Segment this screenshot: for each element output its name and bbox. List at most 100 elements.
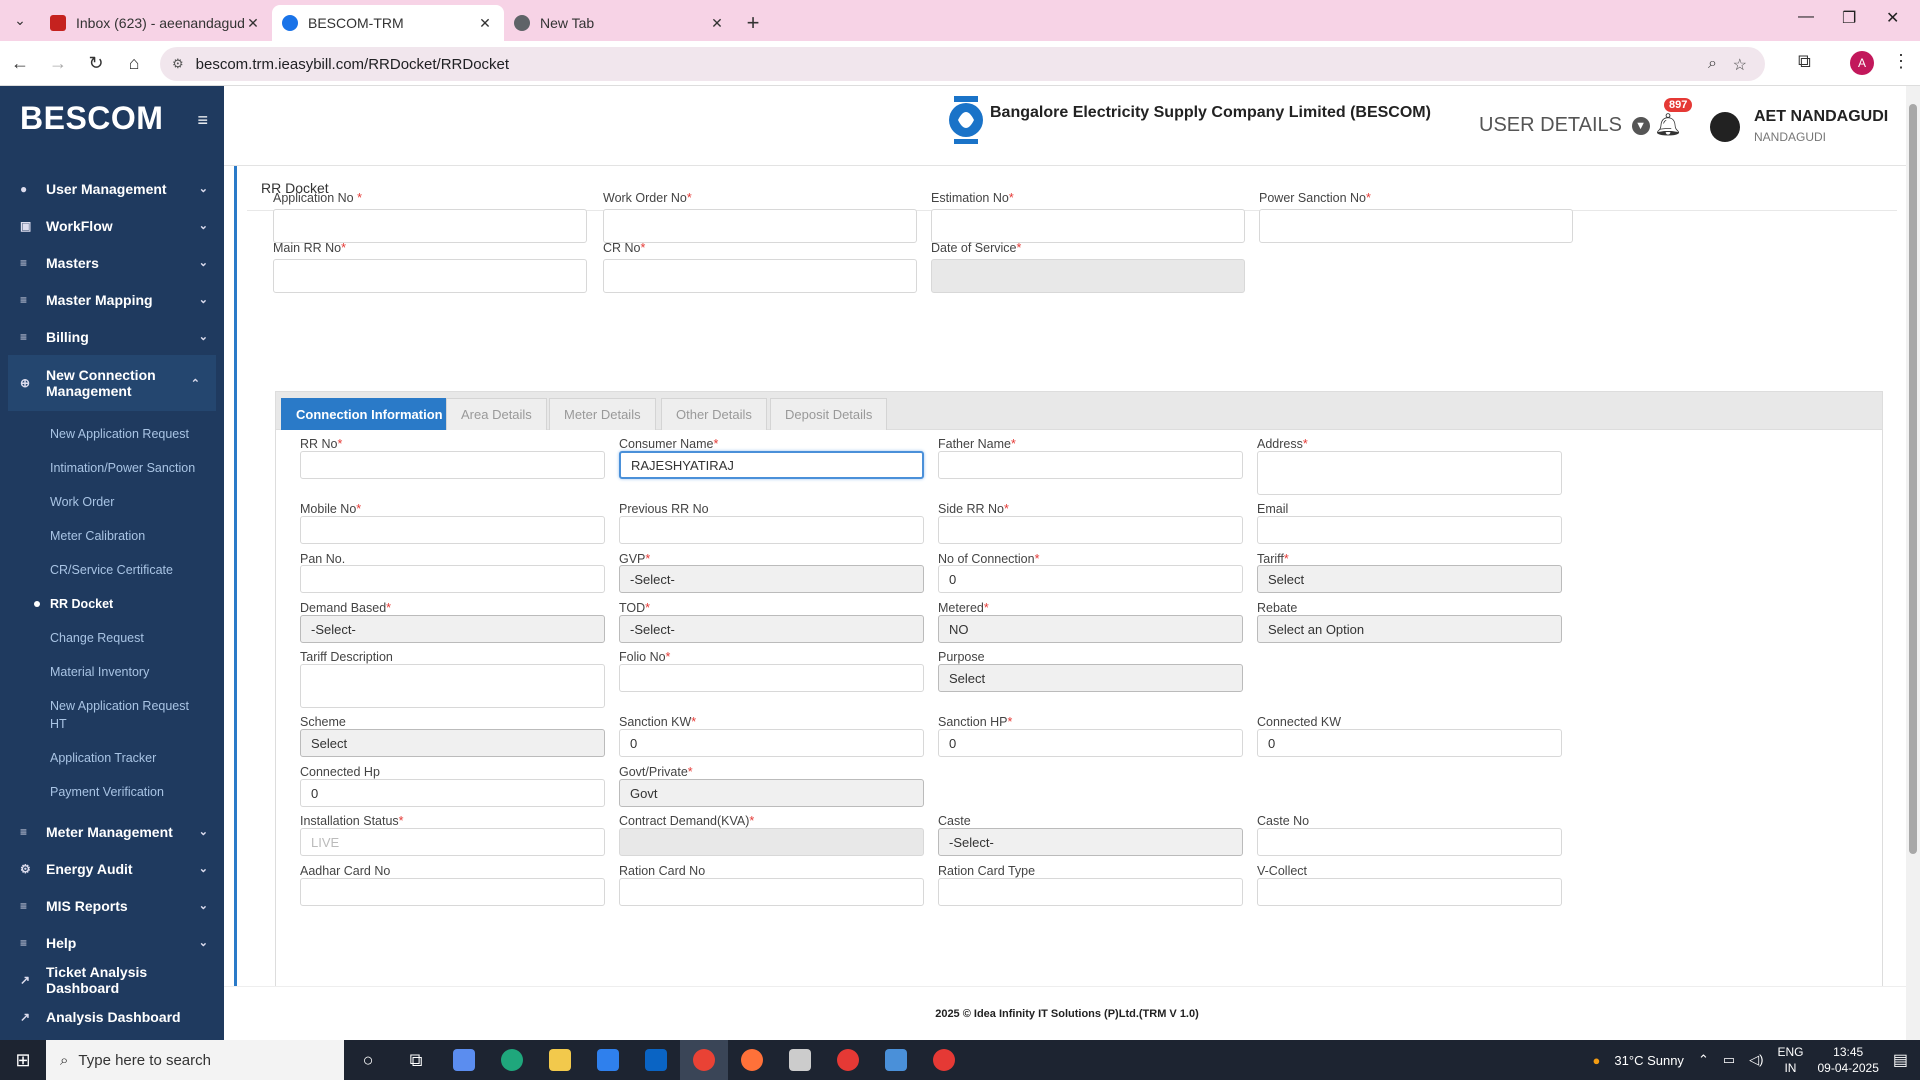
demand-based-select[interactable]: -Select- [300,615,605,643]
sidebar-item-masters[interactable]: ≡ Masters ⌄ [0,244,224,281]
tab-search-icon[interactable]: ⌄ [0,0,40,41]
back-icon[interactable]: ← [2,45,38,81]
tab-deposit-details[interactable]: Deposit Details [770,398,888,430]
metered-select[interactable]: NO [938,615,1243,643]
firefox-icon[interactable] [728,1040,776,1080]
submenu-item-work-order[interactable]: Work Order [0,485,224,519]
cr-no-input[interactable] [603,259,917,293]
submenu-item-application-tracker[interactable]: Application Tracker [0,741,224,775]
consumer-name-input[interactable]: RAJESHYATIRAJ [619,451,924,479]
windows-start-icon[interactable]: ⊞ [0,1040,46,1080]
close-icon[interactable]: ✕ [476,15,494,32]
submenu-item-new-application-request[interactable]: New Application Request [0,417,224,451]
volume-icon[interactable]: ◁) [1749,1052,1763,1068]
scheme-select[interactable]: Select [300,729,605,757]
submenu-item-material-inventory[interactable]: Material Inventory [0,655,224,689]
terminal-icon[interactable] [776,1040,824,1080]
browser-tab-bescom[interactable]: BESCOM-TRM ✕ [272,5,504,41]
cortana-icon[interactable]: ○ [344,1040,392,1080]
bell-icon[interactable]: 🔔︎ [1654,112,1682,138]
mobile-no-input[interactable] [300,516,605,544]
extensions-icon[interactable]: ⧉ [1798,51,1811,72]
copilot-icon[interactable] [440,1040,488,1080]
close-icon[interactable]: ✕ [244,15,262,32]
sidebar-item-master-mapping[interactable]: ≡ Master Mapping ⌄ [0,281,224,318]
site-info-icon[interactable]: ⚙ [172,56,184,72]
reload-icon[interactable]: ↻ [78,45,114,81]
weather-text[interactable]: 31°C Sunny [1614,1053,1684,1068]
previous-rr-no-input[interactable] [619,516,924,544]
sidebar-item-new-connection-management[interactable]: ⊕ New Connection Management ⌃ [8,355,216,411]
tab-connection-information[interactable]: Connection Information [281,398,458,430]
tariff-description-input[interactable] [300,664,605,708]
sidebar-item-ticket-analysis-dashboard[interactable]: ↗ Ticket Analysis Dashboard [0,961,224,998]
aadhar-card-no-input[interactable] [300,878,605,906]
taskbar-search-input[interactable]: ⌕ Type here to search [46,1040,344,1080]
media-icon[interactable] [824,1040,872,1080]
tab-area-details[interactable]: Area Details [446,398,547,430]
father-name-input[interactable] [938,451,1243,479]
close-icon[interactable]: ✕ [708,15,726,32]
address-input[interactable] [1257,451,1562,495]
tariff-select[interactable]: Select [1257,565,1562,593]
caste-no-input[interactable] [1257,828,1562,856]
profile-avatar[interactable]: A [1850,51,1874,75]
home-icon[interactable]: ⌂ [116,45,152,81]
estimation-no-input[interactable] [931,209,1245,243]
tod-select[interactable]: -Select- [619,615,924,643]
close-window-icon[interactable]: ✕ [1886,8,1899,28]
task-view-icon[interactable]: ⧉ [392,1040,440,1080]
chrome-taskbar-icon[interactable] [680,1040,728,1080]
forward-icon[interactable]: → [40,45,76,81]
submenu-item-payment-verification[interactable]: Payment Verification [0,775,224,809]
application-no-input[interactable] [273,209,587,243]
purpose-select[interactable]: Select [938,664,1243,692]
sanction-kw-input[interactable]: 0 [619,729,924,757]
browser-tab-inbox[interactable]: Inbox (623) - aeenandagudi123 ✕ [40,5,272,41]
hamburger-icon[interactable]: ≡ [197,110,208,131]
no-of-connection-input[interactable]: 0 [938,565,1243,593]
ration-card-no-input[interactable] [619,878,924,906]
gvp-select[interactable]: -Select- [619,565,924,593]
clock[interactable]: 13:45 09-04-2025 [1817,1044,1878,1076]
url-input[interactable]: ⚙ bescom.trm.ieasybill.com/RRDocket/RRDo… [160,47,1765,81]
connected-hp-input[interactable]: 0 [300,779,605,807]
new-tab-button[interactable]: + [736,5,770,41]
sidebar-item-workflow[interactable]: ▣ WorkFlow ⌄ [0,207,224,244]
scrollbar-thumb[interactable] [1909,104,1917,854]
user-avatar[interactable] [1710,112,1740,142]
submenu-item-intimation-power-sanction[interactable]: Intimation/Power Sanction [0,451,224,485]
bookmark-star-icon[interactable]: ☆ [1733,55,1747,75]
zoom-icon[interactable]: ⌕ [1708,55,1717,73]
sidebar-item-mis-reports[interactable]: ≡ MIS Reports ⌄ [0,887,224,924]
outlook-icon[interactable] [632,1040,680,1080]
sidebar-item-meter-management[interactable]: ≡ Meter Management ⌄ [0,813,224,850]
chevron-up-icon[interactable]: ⌃ [1698,1052,1709,1068]
submenu-item-meter-calibration[interactable]: Meter Calibration [0,519,224,553]
work-order-no-input[interactable] [603,209,917,243]
wps-icon[interactable] [920,1040,968,1080]
tab-other-details[interactable]: Other Details [661,398,767,430]
main-rr-no-input[interactable] [273,259,587,293]
browser-tab-newtab[interactable]: New Tab ✕ [504,5,736,41]
govt-private-select[interactable]: Govt [619,779,924,807]
minimize-icon[interactable]: — [1798,8,1814,26]
file-explorer-icon[interactable] [536,1040,584,1080]
network-icon[interactable]: ▭ [1723,1052,1735,1068]
submenu-item-cr-service-certificate[interactable]: CR/Service Certificate [0,553,224,587]
caste-select[interactable]: -Select- [938,828,1243,856]
rr-no-input[interactable] [300,451,605,479]
submenu-item-new-application-request-ht[interactable]: New Application Request HT [0,689,224,741]
calculator-icon[interactable] [872,1040,920,1080]
power-sanction-no-input[interactable] [1259,209,1573,243]
store-icon[interactable] [584,1040,632,1080]
edge-icon[interactable] [488,1040,536,1080]
ration-card-type-input[interactable] [938,878,1243,906]
sidebar-item-user-management[interactable]: ● User Management ⌄ [0,170,224,207]
sidebar-item-help[interactable]: ≡ Help ⌄ [0,924,224,961]
menu-dots-icon[interactable]: ⋮ [1892,51,1910,72]
connected-kw-input[interactable]: 0 [1257,729,1562,757]
sidebar-item-billing[interactable]: ≡ Billing ⌄ [0,318,224,355]
sidebar-item-energy-audit[interactable]: ⚙ Energy Audit ⌄ [0,850,224,887]
language-indicator[interactable]: ENG IN [1777,1044,1803,1076]
